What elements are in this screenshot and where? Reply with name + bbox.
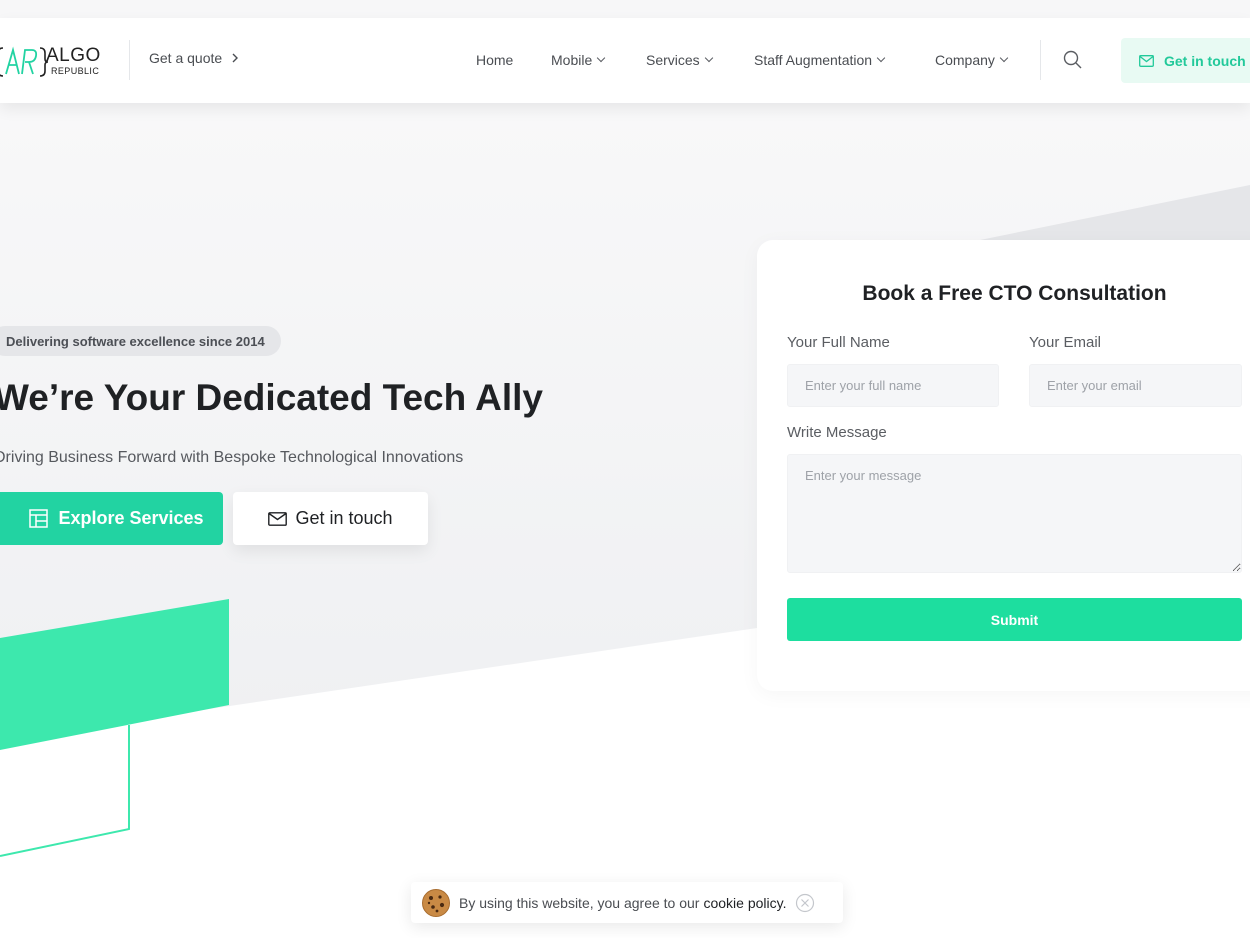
message-textarea[interactable]: [787, 454, 1242, 573]
nav-home-label: Home: [476, 52, 514, 68]
email-label: Your Email: [1029, 334, 1101, 351]
nav-divider: [1040, 40, 1041, 80]
logo-name: ALGO: [46, 45, 101, 66]
search-icon[interactable]: [1062, 49, 1084, 71]
nav-company[interactable]: Company: [935, 52, 1009, 68]
chevron-down-icon: [999, 53, 1009, 63]
hero-get-in-touch-button[interactable]: Get in touch: [233, 492, 428, 545]
cookie-policy-link[interactable]: cookie policy.: [703, 895, 786, 911]
get-a-quote-label: Get a quote: [149, 50, 223, 66]
cookie-icon: [422, 888, 450, 917]
logo-subname: REPUBLIC: [51, 66, 100, 76]
email-input[interactable]: [1029, 364, 1242, 407]
hero-title: We’re Your Dedicated Tech Ally: [0, 377, 544, 418]
envelope-icon: [1139, 54, 1154, 67]
full-name-label: Your Full Name: [787, 334, 890, 351]
header-get-in-touch-button[interactable]: Get in touch: [1121, 38, 1250, 83]
accent-outline: [0, 725, 130, 857]
chevron-right-icon: [232, 53, 239, 63]
explore-services-button[interactable]: Explore Services: [0, 492, 223, 545]
close-icon[interactable]: [795, 893, 815, 913]
chevron-down-icon: [876, 53, 886, 63]
nav-services-label: Services: [646, 52, 700, 68]
submit-label: Submit: [990, 611, 1039, 628]
nav-services[interactable]: Services: [646, 52, 713, 68]
form-title: Book a Free CTO Consultation: [862, 282, 1167, 305]
hero-badge: Delivering software excellence since 201…: [0, 326, 281, 356]
nav-mobile-label: Mobile: [551, 52, 593, 68]
layout-icon: [29, 509, 49, 528]
message-label: Write Message: [787, 424, 887, 441]
explore-services-label: Explore Services: [58, 508, 204, 528]
accent-shape: [0, 599, 229, 750]
nav-company-label: Company: [935, 52, 995, 68]
top-strip: [0, 0, 1250, 18]
submit-button[interactable]: Submit: [787, 598, 1242, 641]
full-name-input[interactable]: [787, 364, 999, 407]
cookie-banner: By using this website, you agree to our …: [411, 882, 843, 923]
nav-mobile[interactable]: Mobile: [551, 52, 606, 68]
cookie-text: By using this website, you agree to our: [459, 894, 700, 911]
logo[interactable]: ALGO REPUBLIC: [0, 42, 112, 82]
nav-staff-augmentation-label: Staff Augmentation: [754, 52, 873, 68]
hero-badge-text: Delivering software excellence since 201…: [6, 333, 265, 349]
nav-staff-augmentation[interactable]: Staff Augmentation: [754, 52, 886, 68]
nav-home[interactable]: Home: [476, 52, 513, 68]
site-header: ALGO REPUBLIC Get a quote Home Mobile Se…: [0, 18, 1250, 103]
logo-mark-icon: [0, 46, 49, 77]
header-divider: [129, 40, 130, 80]
hero-get-in-touch-label: Get in touch: [295, 508, 393, 528]
envelope-icon: [268, 511, 288, 526]
get-a-quote-link[interactable]: Get a quote: [149, 50, 240, 66]
chevron-down-icon: [704, 53, 713, 63]
chevron-down-icon: [597, 53, 606, 63]
header-get-in-touch-label: Get in touch: [1164, 52, 1246, 69]
hero-subtitle: Driving Business Forward with Bespoke Te…: [0, 449, 464, 466]
